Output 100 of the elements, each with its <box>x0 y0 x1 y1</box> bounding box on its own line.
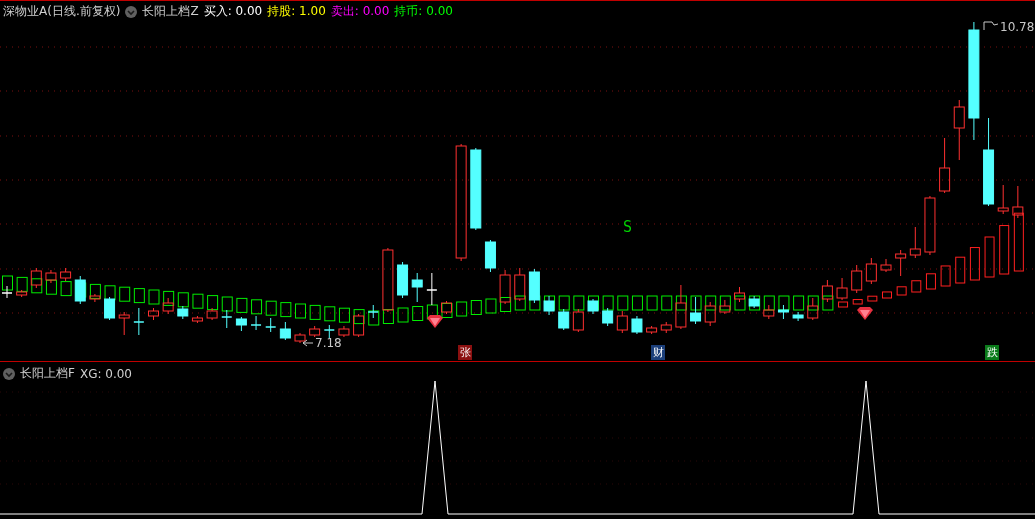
candlestick <box>104 296 116 321</box>
indicator-bar <box>177 292 189 308</box>
candlestick <box>499 269 511 305</box>
indicator-bar <box>955 256 966 284</box>
candlestick <box>572 308 584 333</box>
indicator-bar <box>734 295 746 311</box>
indicator-reading: 持股: 1.00 <box>267 3 326 20</box>
candlestick <box>74 275 86 305</box>
gem-icon <box>857 307 873 320</box>
candlestick <box>162 297 174 315</box>
candlestick <box>777 304 789 320</box>
gem-icon <box>427 315 443 328</box>
candlestick <box>177 305 189 320</box>
indicator-bar <box>838 301 849 308</box>
candlestick <box>675 284 687 330</box>
candlestick <box>206 307 218 321</box>
candlestick <box>279 321 291 341</box>
candlestick <box>484 239 496 273</box>
indicator-bar <box>148 289 160 305</box>
candlestick <box>836 277 848 301</box>
candlestick <box>792 311 804 322</box>
indicator-bar <box>412 306 424 321</box>
indicator-bar <box>353 309 365 325</box>
candlestick <box>426 272 438 306</box>
candlestick <box>821 279 833 303</box>
candlestick <box>939 137 951 194</box>
candlestick <box>250 315 262 331</box>
candlestick <box>690 296 702 325</box>
candlestick <box>367 304 379 319</box>
indicator-bar <box>251 299 263 315</box>
candlestick <box>719 299 731 315</box>
indicator-bar <box>368 310 380 326</box>
indicator-reading: XG: 0.00 <box>79 366 132 381</box>
leader-line <box>302 339 314 347</box>
indicator-bar <box>984 236 995 278</box>
indicator-bar <box>631 295 643 311</box>
candlestick <box>616 310 628 334</box>
indicator-bar <box>675 295 687 311</box>
indicator-reading: 卖出: 0.00 <box>330 3 390 20</box>
indicator-bar <box>60 281 72 297</box>
indicator-name: 长阳上档F <box>20 365 75 382</box>
indicator-bar <box>280 302 292 318</box>
indicator-bar <box>397 307 409 323</box>
candlestick <box>924 195 936 256</box>
candlestick <box>221 309 233 329</box>
indicator-bar <box>573 295 585 311</box>
indicator-bar <box>485 298 497 314</box>
indicator-bar <box>719 295 731 311</box>
event-badge: 财 <box>651 345 665 360</box>
candlestick <box>880 258 892 273</box>
candlestick <box>587 298 599 315</box>
high-price-label: 10.78 <box>1000 20 1035 34</box>
candlestick <box>264 317 277 333</box>
candlestick <box>118 311 130 336</box>
candlestick <box>997 184 1009 215</box>
indicator-reading: 持币: 0.00 <box>394 3 453 20</box>
candlestick <box>30 267 42 289</box>
indicator-bar <box>16 276 28 292</box>
collapse-toggle-icon[interactable] <box>125 5 138 18</box>
low-price-label: 7.18 <box>315 336 342 350</box>
indicator-bar <box>236 297 248 313</box>
candlestick <box>865 257 877 285</box>
indicator-bar <box>602 295 614 311</box>
event-badge: 跌 <box>985 345 999 360</box>
candlestick <box>397 261 409 299</box>
indicator-bar <box>221 296 233 312</box>
candlestick <box>514 267 526 302</box>
indicator-bar <box>558 295 570 311</box>
indicator-bar <box>207 295 219 311</box>
candlestick <box>148 307 159 321</box>
candlestick <box>895 249 907 277</box>
candlestick <box>294 332 306 344</box>
candlestick <box>953 99 965 161</box>
candlestick <box>235 316 247 332</box>
indicator-bar <box>163 290 175 306</box>
indicator-bar <box>470 300 482 315</box>
indicator-bar <box>999 225 1010 275</box>
indicator-bar <box>925 273 936 290</box>
indicator-name: 长阳上档Z <box>142 3 199 20</box>
candlestick <box>89 293 101 303</box>
indicator-bar <box>338 307 350 323</box>
indicator-bar <box>969 247 980 281</box>
indicator-bar <box>852 299 863 305</box>
collapse-toggle-icon[interactable] <box>3 367 15 380</box>
indicator-bar <box>882 291 892 299</box>
indicator-bar <box>31 278 43 294</box>
candlestick <box>528 268 540 304</box>
candlestick <box>660 321 672 334</box>
candlestick <box>191 315 203 324</box>
indicator-bar <box>295 303 306 319</box>
indicator-bar <box>500 297 512 312</box>
indicator-bar <box>940 265 951 287</box>
indicator-bar <box>192 293 204 309</box>
candlestick <box>45 269 57 284</box>
indicator-bar <box>867 295 878 302</box>
candlestick <box>602 307 614 327</box>
candlestick <box>323 324 336 339</box>
candlestick <box>133 307 145 336</box>
indicator-bar <box>778 295 790 311</box>
candlestick <box>704 301 716 327</box>
